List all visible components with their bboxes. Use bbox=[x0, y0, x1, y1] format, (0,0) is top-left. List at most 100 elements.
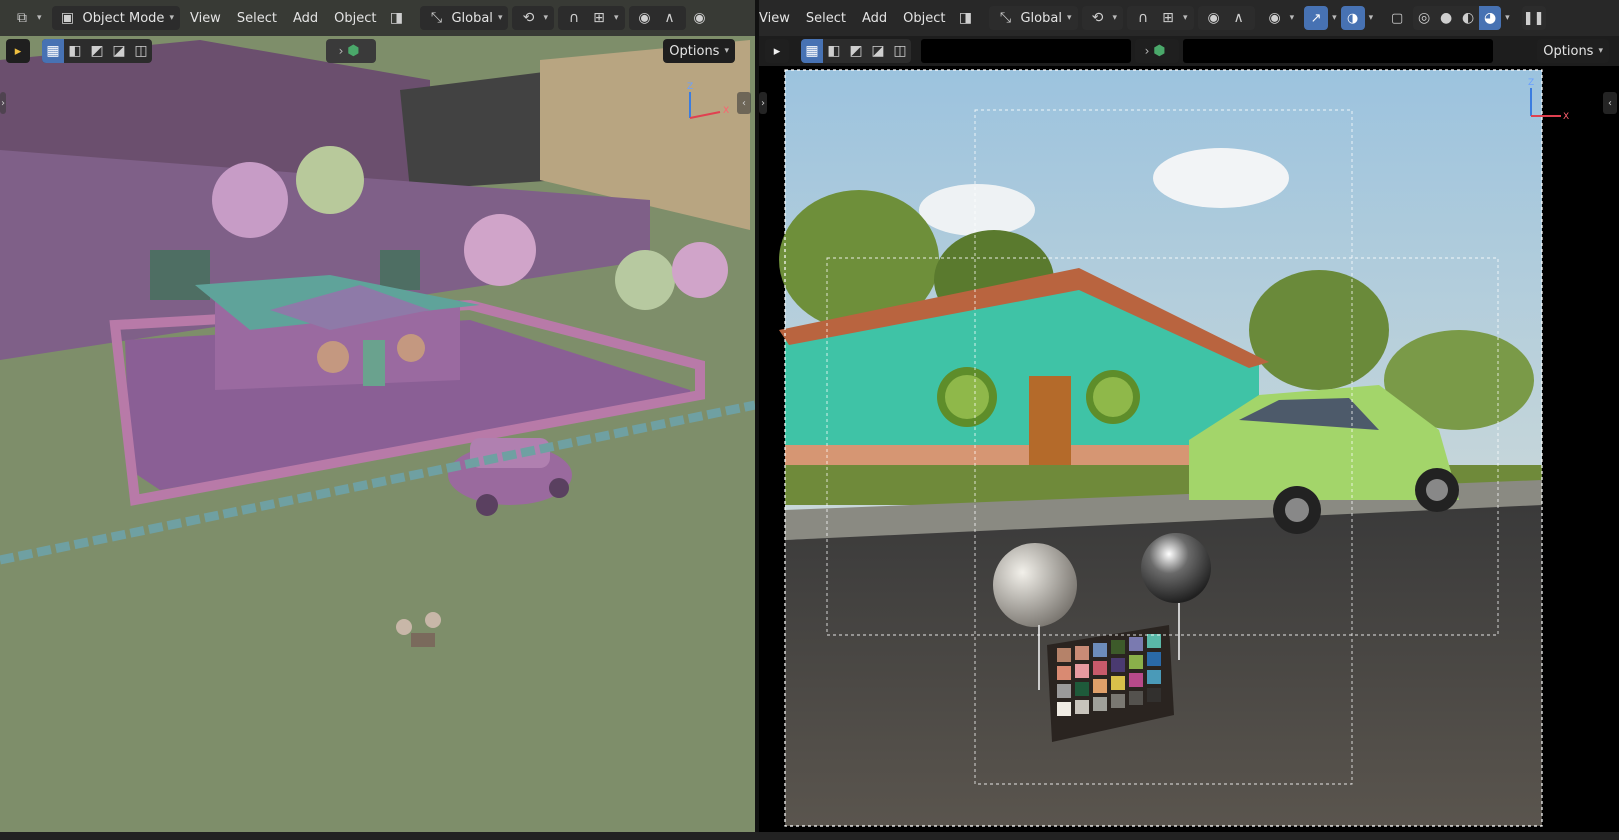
gizmo-collapse-button[interactable]: › ⬢ bbox=[1135, 39, 1179, 63]
mode-extend-icon[interactable]: ◧ bbox=[64, 39, 86, 63]
visibility-button[interactable]: ◉ ▾ bbox=[1259, 6, 1301, 30]
mode-intersect-icon[interactable]: ◫ bbox=[130, 39, 152, 63]
right-tool-settings: ▸ ▦ ◧ ◩ ◪ ◫ › ⬢ Options ▾ bbox=[759, 36, 1619, 66]
select-box-icon[interactable]: ▸ bbox=[765, 39, 789, 63]
chevron-down-icon: ▾ bbox=[1066, 13, 1072, 23]
mode-new-icon[interactable]: ▦ bbox=[801, 39, 823, 63]
chevron-down-icon: ▾ bbox=[1289, 13, 1295, 23]
snap-icon: ∩ bbox=[1137, 10, 1149, 26]
mode-select[interactable]: ▣ Object Mode ▾ bbox=[51, 6, 180, 30]
pivot-icon: ⟲ bbox=[1091, 10, 1104, 26]
header-empty-field bbox=[1183, 39, 1493, 63]
orientation-select[interactable]: ⤡ Global ▾ bbox=[420, 6, 509, 30]
menu-object[interactable]: Object bbox=[328, 6, 382, 30]
chevron-down-icon: ▾ bbox=[1598, 46, 1603, 56]
selection-mode-group: ▦ ◧ ◩ ◪ ◫ bbox=[801, 39, 911, 63]
sidebar-toggle-arrow[interactable]: ‹ bbox=[737, 92, 751, 114]
xray-icon[interactable]: ▢ bbox=[1385, 6, 1409, 30]
chevron-down-icon[interactable]: ▾ bbox=[1369, 13, 1374, 23]
left-tool-settings: ▸ ▦ ◧ ◩ ◪ ◫ › ⬢ Options ▾ bbox=[0, 36, 755, 66]
orientation-icon: ⤡ bbox=[999, 10, 1012, 26]
orientation-select[interactable]: ⤡ Global ▾ bbox=[989, 6, 1078, 30]
navigation-gizmo[interactable]: Z X bbox=[1521, 76, 1571, 126]
menu-view[interactable]: View bbox=[184, 6, 227, 30]
chevron-down-icon: ▾ bbox=[724, 46, 729, 56]
shading-ball-icon: ⬢ bbox=[1153, 43, 1166, 59]
mode-extend-icon[interactable]: ◧ bbox=[823, 39, 845, 63]
chevron-down-icon: ▾ bbox=[614, 13, 619, 23]
gizmo-toggle-icon[interactable]: ↗ bbox=[1304, 6, 1329, 30]
mode-intersect-icon[interactable]: ◫ bbox=[889, 39, 911, 63]
chevron-down-icon: ▾ bbox=[169, 13, 174, 23]
visibility-icon[interactable]: ◉ bbox=[690, 8, 710, 28]
mode-select-label: Object Mode bbox=[82, 10, 165, 26]
right-3d-viewport[interactable]: View Select Add Object ◨ ⤡ Global ▾ ⟲ ▾ ∩… bbox=[759, 0, 1619, 840]
options-button[interactable]: Options ▾ bbox=[1537, 39, 1609, 63]
menu-select[interactable]: Select bbox=[231, 6, 283, 30]
material-shading-icon[interactable]: ◐ bbox=[1457, 6, 1479, 30]
gizmo-collapse-button[interactable]: › ⬢ bbox=[326, 39, 376, 63]
menu-add[interactable]: Add bbox=[856, 6, 893, 30]
solid-scene-view[interactable] bbox=[0, 0, 755, 840]
solid-shading-icon[interactable]: ● bbox=[1435, 6, 1457, 30]
proportional-edit-button[interactable]: ◉ ∧ bbox=[628, 6, 686, 30]
chevron-down-icon: ▾ bbox=[1112, 13, 1118, 23]
selection-mode-group: ▦ ◧ ◩ ◪ ◫ bbox=[42, 39, 152, 63]
proportional-edit-icon: ◉ bbox=[638, 10, 651, 26]
falloff-icon: ∧ bbox=[664, 10, 675, 26]
left-3d-viewport[interactable]: ⧉ ▾ ▣ Object Mode ▾ View Select Add Objec… bbox=[0, 0, 755, 840]
rendered-shading-icon[interactable]: ◕ bbox=[1479, 6, 1502, 30]
object-mode-icon: ▣ bbox=[60, 10, 75, 26]
editor-type-button[interactable]: ⧉ ▾ bbox=[6, 6, 48, 30]
left-viewport-header: ⧉ ▾ ▣ Object Mode ▾ View Select Add Objec… bbox=[0, 0, 755, 36]
pivot-icon: ⟲ bbox=[522, 10, 535, 26]
menu-select[interactable]: Select bbox=[800, 6, 852, 30]
chevron-down-icon: ▾ bbox=[543, 13, 548, 23]
mode-new-icon[interactable]: ▦ bbox=[42, 39, 64, 63]
options-label: Options bbox=[1543, 43, 1594, 59]
navigation-gizmo[interactable]: Z X bbox=[680, 80, 730, 130]
options-label: Options bbox=[669, 43, 720, 59]
snap-button[interactable]: ∩ ⊞ ▾ bbox=[558, 6, 625, 30]
chevron-down-icon: ▾ bbox=[497, 13, 503, 23]
select-box-icon[interactable]: ▸ bbox=[6, 39, 30, 63]
shading-ball-icon: ⬢ bbox=[347, 43, 360, 59]
shading-mode-group: ◎ ● ◐ ◕ bbox=[1413, 6, 1502, 30]
wireframe-shading-icon[interactable]: ◎ bbox=[1413, 6, 1435, 30]
options-button[interactable]: Options ▾ bbox=[663, 39, 735, 63]
overlays-icon[interactable]: ◑ bbox=[1340, 6, 1365, 30]
chevron-down-icon[interactable]: ▾ bbox=[1505, 13, 1510, 23]
status-bar bbox=[0, 832, 1619, 840]
mode-subtract-icon[interactable]: ◩ bbox=[86, 39, 108, 63]
mode-invert-icon[interactable]: ◪ bbox=[108, 39, 130, 63]
right-viewport-header: View Select Add Object ◨ ⤡ Global ▾ ⟲ ▾ ∩… bbox=[759, 0, 1619, 36]
orientation-icon: ⤡ bbox=[430, 10, 443, 26]
pivot-button[interactable]: ⟲ ▾ bbox=[1081, 6, 1124, 30]
snap-icon: ∩ bbox=[568, 10, 580, 26]
orientation-label: Global bbox=[1020, 10, 1062, 26]
menu-view[interactable]: View bbox=[759, 6, 796, 30]
menu-object[interactable]: Object bbox=[897, 6, 951, 30]
mode-subtract-icon[interactable]: ◩ bbox=[845, 39, 867, 63]
chevron-down-icon: ▾ bbox=[37, 13, 42, 23]
toolbar-toggle-arrow[interactable]: › bbox=[0, 92, 6, 114]
sidebar-toggle-arrow[interactable]: ‹ bbox=[1603, 92, 1617, 114]
pivot-button[interactable]: ⟲ ▾ bbox=[512, 6, 554, 30]
proportional-edit-button[interactable]: ◉ ∧ bbox=[1197, 6, 1255, 30]
header-empty-field bbox=[921, 39, 1131, 63]
mode-invert-icon[interactable]: ◪ bbox=[867, 39, 889, 63]
chevron-down-icon[interactable]: ▾ bbox=[1332, 13, 1337, 23]
snap-increment-icon: ⊞ bbox=[593, 10, 605, 26]
viewport-editor-icon: ⧉ bbox=[17, 10, 27, 26]
mode-new-icon[interactable]: ◨ bbox=[955, 8, 975, 28]
snap-increment-icon: ⊞ bbox=[1162, 10, 1174, 26]
gizmo-z-label: Z bbox=[1528, 78, 1534, 88]
toolbar-toggle-arrow[interactable]: › bbox=[759, 92, 767, 114]
rendered-view[interactable] bbox=[759, 0, 1619, 840]
orientation-label: Global bbox=[451, 10, 493, 26]
menu-add[interactable]: Add bbox=[287, 6, 324, 30]
snap-button[interactable]: ∩ ⊞ ▾ bbox=[1127, 6, 1194, 30]
gizmo-x-label: X bbox=[723, 106, 729, 116]
mode-new-icon[interactable]: ◨ bbox=[386, 8, 406, 28]
pause-icon[interactable]: ❚❚ bbox=[1521, 6, 1546, 30]
